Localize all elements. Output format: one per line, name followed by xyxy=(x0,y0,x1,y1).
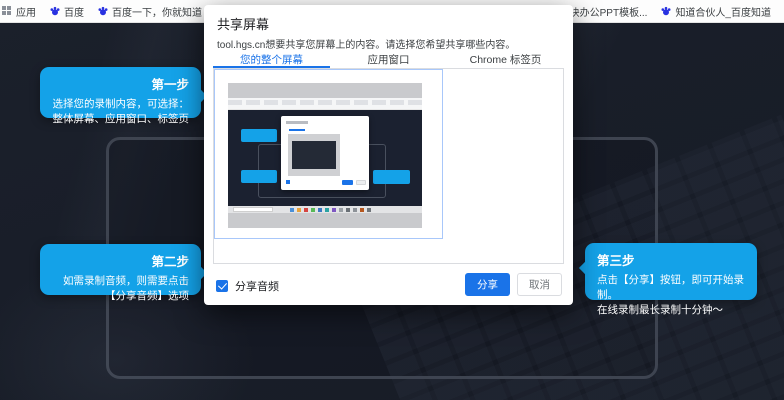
mini-taskbar xyxy=(228,206,422,213)
mini-taskbar-search xyxy=(233,207,273,212)
bookmark-baidu[interactable]: 百度 xyxy=(43,0,91,22)
tab-chrome-tab[interactable]: Chrome 标签页 xyxy=(447,50,564,68)
mini-step3-callout xyxy=(373,170,410,184)
mini-browser-chrome xyxy=(228,98,422,110)
share-audio-row: 分享音频 xyxy=(216,278,279,294)
bookmark-apps[interactable]: 应用 xyxy=(0,0,43,22)
share-audio-label: 分享音频 xyxy=(235,281,279,293)
dialog-title: 共享屏幕 xyxy=(217,17,270,32)
step3-title: 第三步 xyxy=(597,254,635,268)
mini-dark-page xyxy=(228,110,422,206)
tab-app-window[interactable]: 应用窗口 xyxy=(330,50,447,68)
step1-line2: 整体屏幕、应用窗口、标签页 xyxy=(52,113,190,126)
mini-audio-checkbox xyxy=(286,180,290,184)
baidu-paw-icon xyxy=(50,6,60,16)
bookmark-label: 百度 xyxy=(64,7,84,19)
baidu-paw-icon xyxy=(98,6,108,16)
step3-line2: 在线录制最长录制十分钟～ xyxy=(597,304,723,317)
mini-dialog-thumbnail xyxy=(288,134,340,176)
step1-title: 第一步 xyxy=(151,78,189,92)
mini-dialog-active-tab xyxy=(289,129,305,131)
step2-callout: 第二步 如需录制音频，则需要点击 【分享音频】选项 xyxy=(40,244,208,302)
share-screen-dialog: 共享屏幕 tool.hgs.cn想要共享您屏幕上的内容。请选择您希望共享哪些内容… xyxy=(204,5,573,305)
cancel-button[interactable]: 取消 xyxy=(517,273,562,296)
mini-share-dialog xyxy=(281,116,369,190)
bookmark-baidu-home[interactable]: 百度一下，你就知道 xyxy=(91,0,209,22)
screen-1-option-selected[interactable] xyxy=(214,69,443,239)
bookmark-label: 知道合伙人_百度知道 xyxy=(675,7,771,19)
mini-share-button xyxy=(342,180,353,185)
mini-step2-callout xyxy=(241,170,277,183)
dialog-subtitle: tool.hgs.cn想要共享您屏幕上的内容。请选择您希望共享哪些内容。 xyxy=(217,40,516,51)
step1-line1: 选择您的录制内容，可选择： xyxy=(52,98,190,110)
mini-screen-preview xyxy=(228,98,422,213)
share-button[interactable]: 分享 xyxy=(465,273,510,296)
recording-tutorial-page: 应用 百度 百度一下，你就知道 PDF转换器 一块办公PPT模板... 知道合伙… xyxy=(0,0,784,400)
screen-preview-thumbnail xyxy=(228,83,422,228)
mini-cancel-button xyxy=(356,180,366,185)
mini-step1-callout xyxy=(241,129,277,142)
step2-line1: 如需录制音频，则需要点击 xyxy=(63,275,189,287)
share-source-tabs: 您的整个屏幕 应用窗口 Chrome 标签页 xyxy=(213,50,564,68)
bookmark-baidu-zhidao[interactable]: 知道合伙人_百度知道 xyxy=(654,0,778,22)
baidu-paw-icon xyxy=(661,6,671,16)
apps-grid-icon xyxy=(2,6,12,16)
step3-callout: 第三步 点击【分享】按钮，即可开始录制。 在线录制最长录制十分钟～ xyxy=(578,243,757,316)
step2-line2: 【分享音频】选项 xyxy=(105,290,189,303)
dialog-buttons: 分享 取消 xyxy=(465,273,562,296)
share-audio-checkbox[interactable] xyxy=(216,280,228,292)
mini-dialog-title-bar xyxy=(286,121,308,124)
tab-entire-screen[interactable]: 您的整个屏幕 xyxy=(213,50,330,68)
bookmarks-right-group: 一块办公PPT模板... 知道合伙人_百度知道 xyxy=(558,0,778,22)
bookmark-label: 百度一下，你就知道 xyxy=(112,7,202,19)
step1-callout: 第一步 选择您的录制内容，可选择： 整体屏幕、应用窗口、标签页 xyxy=(40,67,208,125)
mini-taskbar-icons xyxy=(290,207,371,212)
step3-line1: 点击【分享】按钮，即可开始录制。 xyxy=(597,274,744,302)
step2-title: 第二步 xyxy=(151,255,189,269)
bookmark-label: 应用 xyxy=(16,7,36,19)
screen-picker-area xyxy=(213,68,564,264)
